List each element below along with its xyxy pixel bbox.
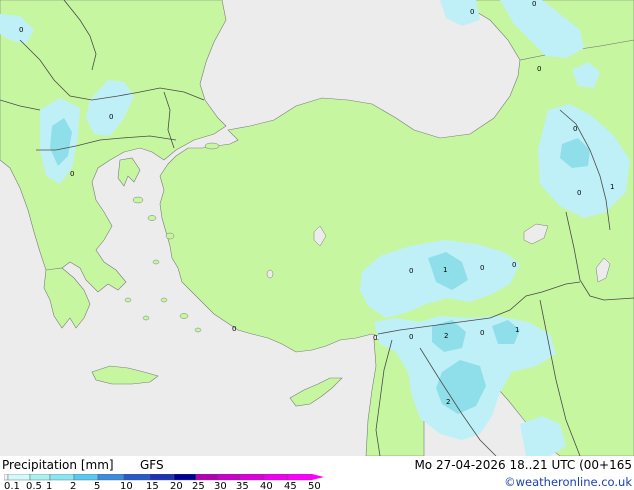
value-label: 1: [515, 326, 519, 334]
scale-color-box: [73, 474, 99, 481]
value-label: 2: [444, 332, 448, 340]
value-label: 2: [446, 398, 450, 406]
value-label: 0: [19, 26, 23, 34]
value-label: 0: [480, 264, 484, 272]
scale-tick-label: 30: [214, 481, 227, 490]
scale-color-box: [7, 474, 31, 481]
scale-tick-label: 0.5: [26, 481, 42, 490]
value-label: 0: [480, 329, 484, 337]
scale-tick-label: 15: [146, 481, 159, 490]
scale-tick-label: 2: [70, 481, 76, 490]
value-label: 0: [409, 267, 413, 275]
valid-datetime: Mo 27-04-2026 18..21 UTC (00+165: [414, 458, 632, 472]
site-credit[interactable]: ©weatheronline.co.uk: [504, 475, 632, 489]
value-label: 0: [373, 334, 377, 342]
value-label: 0: [512, 261, 516, 269]
value-label: 0: [573, 125, 577, 133]
value-label: 0: [409, 333, 413, 341]
scale-color-box: [49, 474, 75, 481]
map-canvas: 0 0 0 0 0 0 0 0 0 1 0 0 0 0 1 0 2 0 1 2: [0, 0, 634, 456]
value-label: 0: [70, 170, 74, 178]
model-name: GFS: [140, 458, 164, 472]
scale-color-box: [217, 474, 241, 481]
value-label: 0: [537, 65, 541, 73]
color-scale: 0.1 0.5 1 2 5 10 15 20 25 30 35 40 45 50: [4, 474, 324, 490]
scale-color-box: [123, 474, 151, 481]
scale-color-box: [287, 474, 313, 481]
scale-color-box: [263, 474, 289, 481]
value-label: 1: [610, 183, 614, 191]
scale-tick-label: 1: [46, 481, 52, 490]
scale-tick-label: 50: [308, 481, 321, 490]
scale-tick-label: 25: [192, 481, 205, 490]
scale-tick-label: 5: [94, 481, 100, 490]
scale-color-box: [195, 474, 219, 481]
map-footer: Precipitation [mm] GFS Mo 27-04-2026 18.…: [0, 456, 634, 490]
value-label: 0: [532, 0, 536, 8]
scale-tick-label: 35: [236, 481, 249, 490]
scale-tick-label: 45: [284, 481, 297, 490]
value-label: 0: [577, 189, 581, 197]
scale-tick-label: 40: [260, 481, 273, 490]
value-label: 0: [232, 325, 236, 333]
scale-overflow-arrow: [312, 474, 324, 480]
scale-color-box: [173, 474, 197, 481]
scale-tick-label: 20: [170, 481, 183, 490]
scale-color-box: [29, 474, 51, 481]
value-label: 0: [470, 8, 474, 16]
scale-color-box: [239, 474, 265, 481]
scale-tick-label: 10: [120, 481, 133, 490]
scale-tick-label: 0.1: [4, 481, 20, 490]
scale-color-box: [149, 474, 175, 481]
precipitation-map: 0 0 0 0 0 0 0 0 0 1 0 0 0 0 1 0 2 0 1 2: [0, 0, 634, 456]
value-label: 0: [109, 113, 113, 121]
map-title: Precipitation [mm]: [2, 458, 114, 472]
value-label: 1: [443, 266, 447, 274]
scale-color-box: [97, 474, 125, 481]
scale-color-box: [4, 474, 9, 481]
